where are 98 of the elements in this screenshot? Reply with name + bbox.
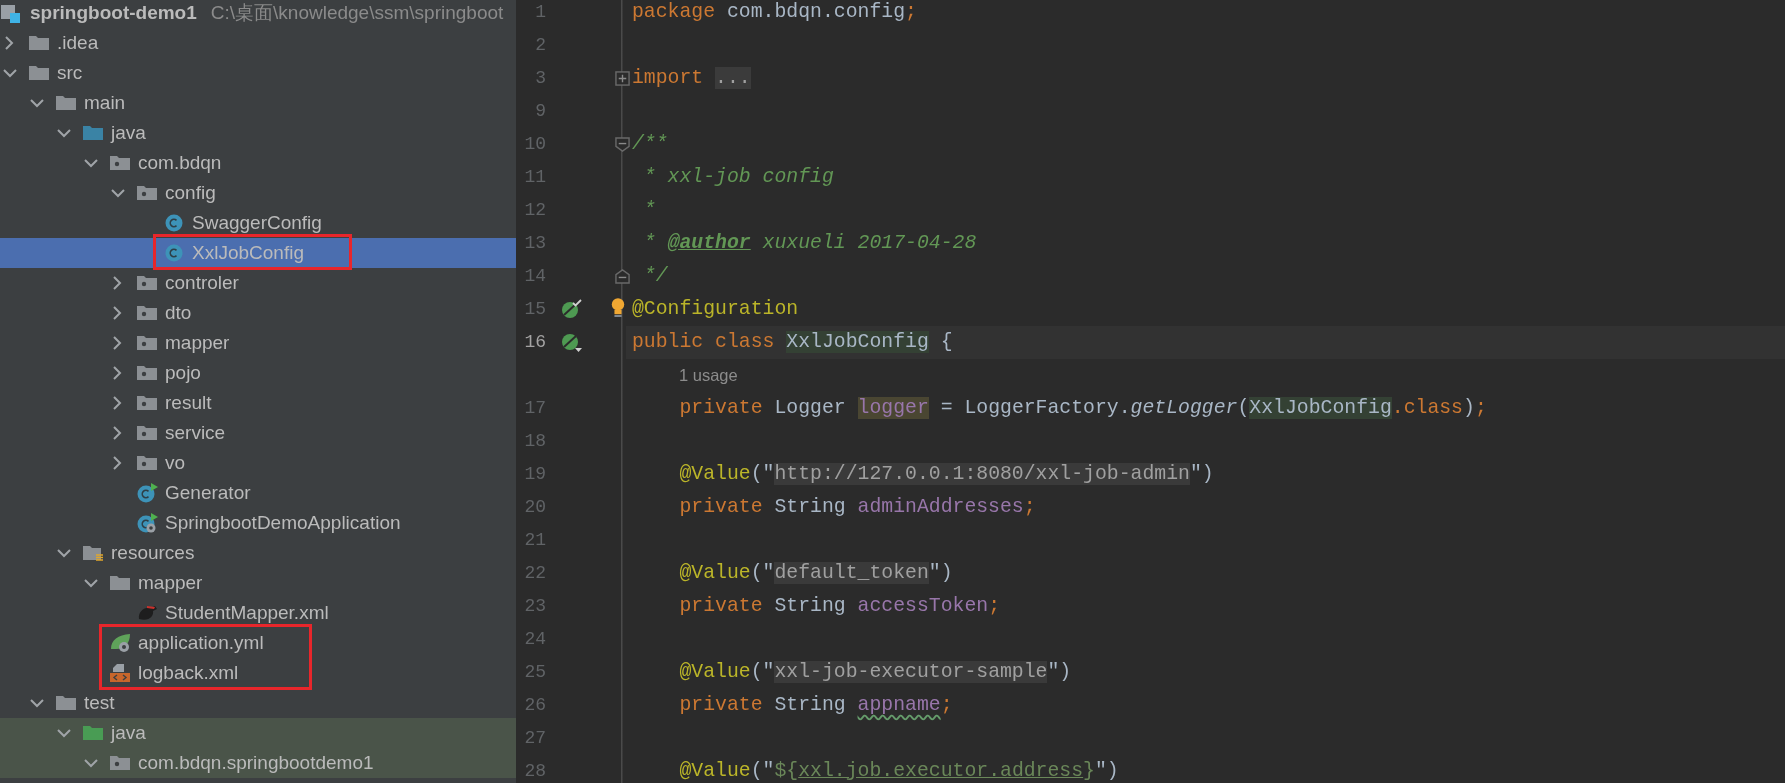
folder-icon <box>55 693 77 713</box>
tree-item[interactable]: resources <box>0 538 516 568</box>
folder-icon <box>82 123 104 143</box>
fold-collapse-icon[interactable] <box>614 269 630 284</box>
xml-file-icon <box>109 663 131 683</box>
line-number: 28 <box>523 760 546 783</box>
class-icon <box>163 213 185 233</box>
line-number: 9 <box>534 100 546 123</box>
bean-arrow-icon[interactable] <box>561 331 583 354</box>
folder-icon <box>28 33 50 53</box>
line-number: 2 <box>534 34 546 57</box>
line-number: 21 <box>523 529 546 552</box>
code-line: public class XxlJobConfig { <box>632 330 953 353</box>
module-icon <box>0 3 22 23</box>
runnable-class-icon <box>136 483 158 503</box>
tree-item[interactable]: dto <box>0 298 516 328</box>
tree-item[interactable]: java <box>0 118 516 148</box>
tree-item[interactable]: SpringbootDemoApplication <box>0 508 516 538</box>
line-number: 20 <box>523 496 546 519</box>
tree-item[interactable]: Generator <box>0 478 516 508</box>
tree-item[interactable]: logback.xml <box>0 658 516 688</box>
spring-app-icon <box>136 513 158 533</box>
package-icon <box>136 423 158 443</box>
bean-check-icon[interactable] <box>561 298 583 321</box>
code-line: private String appname; <box>679 693 953 716</box>
package-icon <box>136 303 158 323</box>
tree-item[interactable]: test <box>0 688 516 718</box>
code-line: @Value("http://127.0.0.1:8080/xxl-job-admin") <box>679 462 1214 485</box>
line-number: 18 <box>523 430 546 453</box>
folder-icon <box>82 723 104 743</box>
line-number: 11 <box>523 166 546 189</box>
leaf-icon <box>109 633 131 653</box>
package-icon <box>136 333 158 353</box>
tree-item[interactable]: result <box>0 388 516 418</box>
code-line: */ <box>642 264 668 287</box>
tree-item[interactable]: service <box>0 418 516 448</box>
tree-item[interactable]: vo <box>0 448 516 478</box>
code-line: * xxl-job config <box>642 165 834 188</box>
line-number: 25 <box>523 661 546 684</box>
fold-collapse-icon[interactable] <box>614 137 630 152</box>
line-number: 22 <box>523 562 546 585</box>
code-line: /** <box>632 132 668 155</box>
code-line: import ... <box>632 66 751 89</box>
package-icon <box>136 453 158 473</box>
tree-item[interactable]: config <box>0 178 516 208</box>
code-line: package com.bdqn.config; <box>632 0 917 23</box>
bird-icon <box>136 603 158 623</box>
code-line: private Logger logger = LoggerFactory.getLogger(XxlJobConfig.class); <box>679 396 1487 419</box>
folder-icon <box>109 573 131 593</box>
code-line: @Configuration <box>632 297 799 320</box>
tree-item[interactable]: controler <box>0 268 516 298</box>
line-number: 27 <box>523 727 546 750</box>
code-line: * <box>642 198 656 221</box>
package-icon <box>136 363 158 383</box>
line-number: 19 <box>523 463 546 486</box>
tree-item[interactable]: pojo <box>0 358 516 388</box>
tree-item[interactable]: .idea <box>0 28 516 58</box>
usage-hint[interactable]: 1 usage <box>679 363 738 388</box>
line-number: 3 <box>534 67 546 90</box>
line-number: 23 <box>523 595 546 618</box>
tree-item[interactable]: mapper <box>0 568 516 598</box>
line-number: 1 <box>534 1 546 24</box>
package-icon <box>136 183 158 203</box>
tree-item[interactable]: java <box>0 718 516 748</box>
folder-icon <box>55 93 77 113</box>
line-number: 14 <box>523 265 546 288</box>
package-icon <box>109 153 131 173</box>
code-line: @Value("default_token") <box>679 561 953 584</box>
lightbulb-icon[interactable] <box>610 296 626 319</box>
line-number: 16 <box>523 331 546 354</box>
line-number: 17 <box>523 397 546 420</box>
line-number: 26 <box>523 694 546 717</box>
line-number: 12 <box>523 199 546 222</box>
code-line: private String adminAddresses; <box>679 495 1036 518</box>
line-number: 15 <box>523 298 546 321</box>
package-icon <box>109 753 131 773</box>
resources-folder-icon <box>82 543 104 563</box>
package-icon <box>136 393 158 413</box>
tree-item[interactable]: src <box>0 58 516 88</box>
tree-item[interactable]: com.bdqn <box>0 148 516 178</box>
folder-icon <box>28 63 50 83</box>
tree-item[interactable]: application.yml <box>0 628 516 658</box>
line-number: 24 <box>523 628 546 651</box>
package-icon <box>136 273 158 293</box>
tree-item[interactable]: com.bdqn.springbootdemo1 <box>0 748 516 778</box>
code-line: * @author xuxueli 2017-04-28 <box>642 231 977 254</box>
project-path: C:\桌面\knowledge\ssm\springboot <box>210 0 504 25</box>
code-line: @Value("${xxl.job.executor.address}") <box>679 759 1119 782</box>
tree-item[interactable]: mapper <box>0 328 516 358</box>
fold-expand-icon[interactable] <box>614 71 630 86</box>
code-line: private String accessToken; <box>679 594 1000 617</box>
tree-item[interactable]: main <box>0 88 516 118</box>
tree-item[interactable]: StudentMapper.xml <box>0 598 516 628</box>
line-number: 10 <box>523 133 546 156</box>
tree-item[interactable]: SwaggerConfig <box>0 208 516 238</box>
line-number: 13 <box>523 232 546 255</box>
project-name: springboot-demo1 <box>30 0 197 25</box>
class-icon <box>163 243 185 263</box>
